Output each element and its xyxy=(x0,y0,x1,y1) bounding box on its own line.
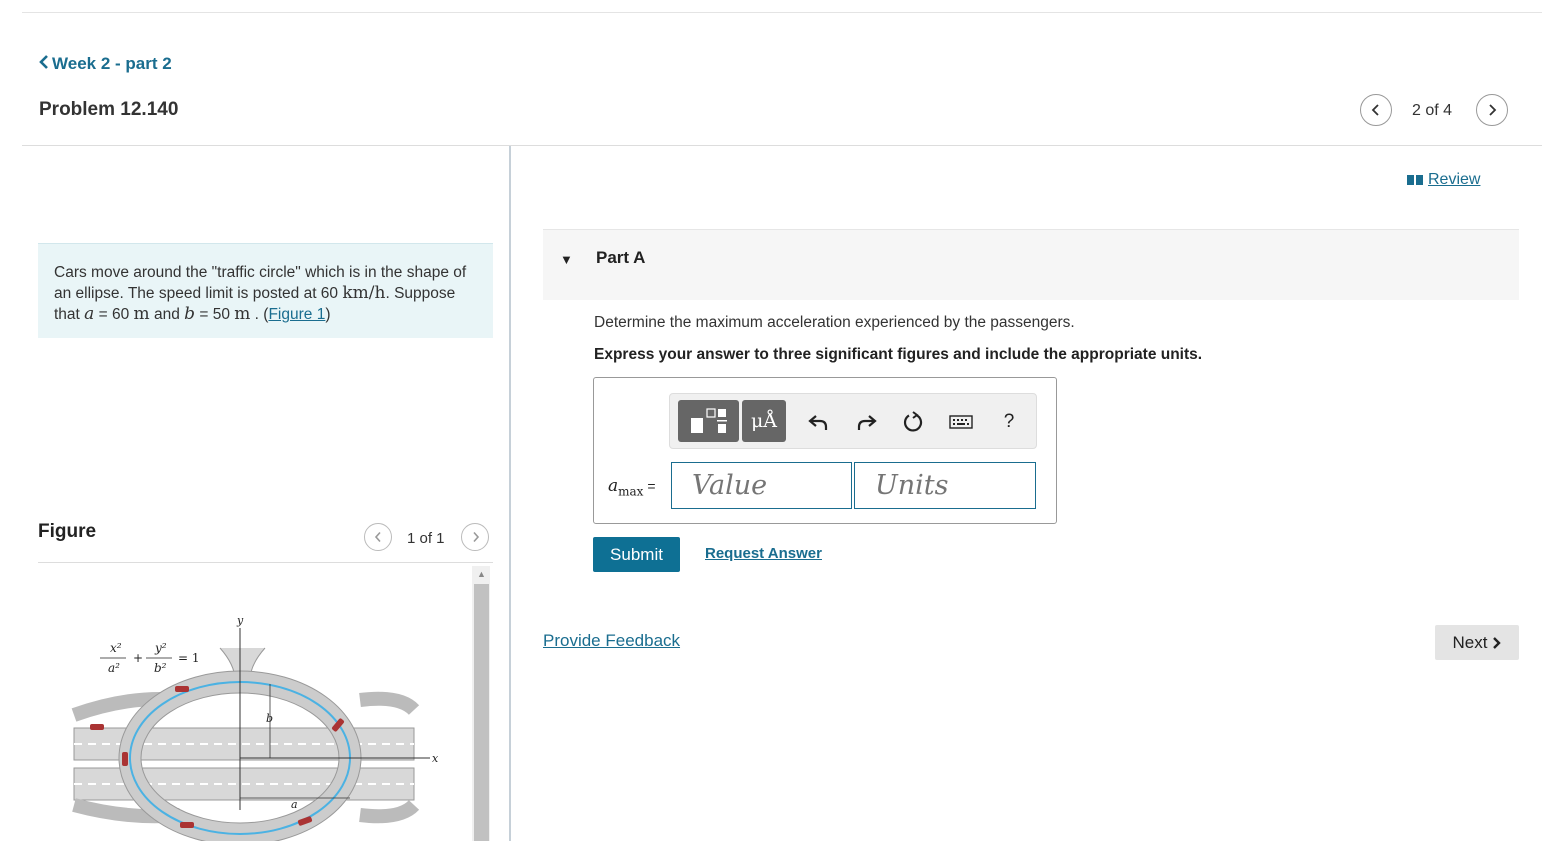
collapse-triangle-icon[interactable]: ▼ xyxy=(560,252,573,267)
next-problem-button[interactable] xyxy=(1476,94,1508,126)
eq-b2: b² xyxy=(154,661,167,675)
unit-m: m xyxy=(133,304,150,324)
axis-y-label: y xyxy=(236,614,244,627)
eq-a2: a² xyxy=(108,661,120,675)
provide-feedback-link[interactable]: Provide Feedback xyxy=(543,631,680,651)
prev-figure-button[interactable] xyxy=(364,523,392,551)
eq-plus: + xyxy=(133,651,143,665)
figure-scrollbar-thumb[interactable] xyxy=(474,584,489,841)
templates-icon xyxy=(690,408,727,433)
problem-title: Problem 12.140 xyxy=(39,99,179,120)
answer-variable: amax = xyxy=(608,476,656,499)
top-divider xyxy=(22,12,1542,13)
next-button[interactable]: Next xyxy=(1435,625,1519,660)
unit-m: m xyxy=(234,304,251,324)
traffic-circle-figure: x² a² + y² b² = 1 y x b a xyxy=(71,614,439,841)
figure-label: Figure xyxy=(38,521,97,542)
problem-pager: 2 of 4 xyxy=(1412,102,1453,119)
question-text: Determine the maximum acceleration exper… xyxy=(594,314,1075,331)
pane-divider[interactable] xyxy=(509,146,511,841)
dim-b-label: b xyxy=(266,712,273,725)
chevron-left-icon xyxy=(1371,104,1379,116)
review-book-icon xyxy=(1407,175,1423,185)
var-b: b xyxy=(184,304,196,324)
reset-button[interactable] xyxy=(898,407,928,437)
chevron-right-icon xyxy=(1493,636,1502,649)
header-divider xyxy=(22,145,1542,146)
instruction-text: Express your answer to three significant… xyxy=(594,346,1203,363)
chevron-right-icon xyxy=(1489,104,1497,116)
speed-unit: km/h xyxy=(342,283,386,303)
units-button[interactable]: μÅ xyxy=(742,400,786,442)
eq-rhs: = 1 xyxy=(178,651,200,665)
chevron-left-icon xyxy=(374,531,381,543)
review-link[interactable]: Review xyxy=(1406,171,1480,189)
part-a-header[interactable] xyxy=(543,229,1519,300)
dim-a-label: a xyxy=(291,798,298,811)
figure-divider xyxy=(38,562,493,563)
redo-icon xyxy=(857,415,877,430)
units-input[interactable] xyxy=(854,462,1036,509)
var-a: a xyxy=(84,304,95,324)
part-a-title: Part A xyxy=(596,248,646,267)
axis-x-label: x xyxy=(432,752,439,765)
undo-button[interactable] xyxy=(803,407,833,437)
figure-pager: 1 of 1 xyxy=(407,530,445,547)
back-link-label: Week 2 - part 2 xyxy=(52,53,172,73)
eq-x2: x² xyxy=(110,641,122,655)
keyboard-icon xyxy=(949,415,973,429)
reset-icon xyxy=(903,411,923,432)
keyboard-button[interactable] xyxy=(946,407,976,437)
scroll-up-icon[interactable]: ▲ xyxy=(474,566,489,582)
help-button[interactable]: ? xyxy=(994,407,1024,437)
next-figure-button[interactable] xyxy=(461,523,489,551)
request-answer-link[interactable]: Request Answer xyxy=(705,545,822,562)
eq-y2: y² xyxy=(154,641,167,655)
submit-button[interactable]: Submit xyxy=(593,537,680,572)
undo-icon xyxy=(808,415,828,430)
templates-button[interactable] xyxy=(678,400,739,442)
back-link[interactable]: Week 2 - part 2 xyxy=(38,53,172,74)
redo-button[interactable] xyxy=(852,407,882,437)
chevron-left-icon xyxy=(38,53,50,74)
chevron-right-icon xyxy=(472,531,479,543)
value-input[interactable] xyxy=(671,462,852,509)
figure-link[interactable]: Figure 1 xyxy=(268,306,325,323)
problem-statement: Cars move around the "traffic circle" wh… xyxy=(38,243,493,338)
prev-problem-button[interactable] xyxy=(1360,94,1392,126)
